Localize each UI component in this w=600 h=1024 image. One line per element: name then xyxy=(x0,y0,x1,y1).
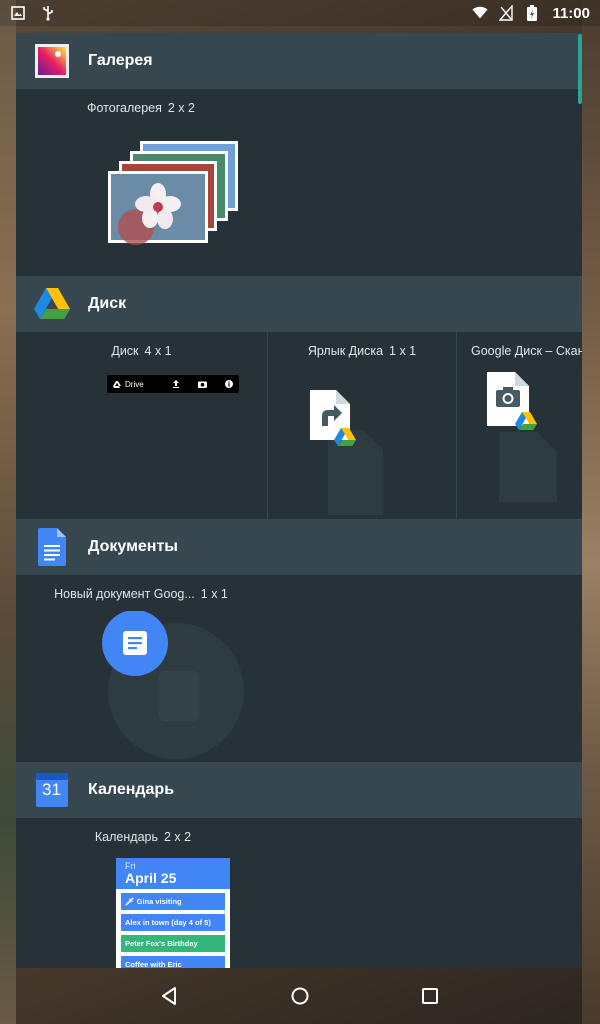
image-notification-icon xyxy=(10,5,26,21)
battery-charging-icon xyxy=(524,5,540,21)
calendar-date: April 25 xyxy=(125,870,177,886)
calendar-preview-header: Fri April 25 xyxy=(116,858,230,889)
gallery-icon xyxy=(32,41,72,81)
calendar-icon-date: 31 xyxy=(42,780,61,799)
usb-icon xyxy=(40,5,56,21)
widget-label: Ярлык Диска 1 x 1 xyxy=(307,344,417,358)
info-icon xyxy=(225,380,233,388)
navigation-bar xyxy=(0,968,600,1024)
section-header-calendar: 31 Календарь xyxy=(16,762,582,818)
google-drive-icon xyxy=(32,284,72,324)
status-time: 11:00 xyxy=(552,4,590,22)
section-header-drive: Диск xyxy=(16,276,582,332)
wallpaper xyxy=(0,0,16,1024)
widget-calendar[interactable]: Календарь 2 x 2 Fri April 25 🗡 Gina visit… xyxy=(16,818,330,968)
drive-bar-preview: Drive xyxy=(107,375,239,393)
widget-drive-4x1[interactable]: Диск 4 x 1 Drive xyxy=(16,332,268,519)
home-button[interactable] xyxy=(280,976,320,1016)
recents-icon xyxy=(422,988,438,1004)
section-body-drive: Диск 4 x 1 Drive Ярлык Диска 1 x 1 Googl… xyxy=(16,332,582,519)
section-body-gallery: Фотогалерея 2 x 2 xyxy=(16,89,582,276)
section-title: Календарь xyxy=(88,781,175,798)
back-button[interactable] xyxy=(150,976,190,1016)
widget-label: Фотогалерея 2 x 2 xyxy=(87,101,195,115)
camera-icon xyxy=(198,381,207,388)
section-title: Документы xyxy=(88,538,178,555)
home-icon xyxy=(291,987,309,1005)
section-title: Диск xyxy=(88,295,127,312)
google-docs-icon xyxy=(32,527,72,567)
widget-drive-scan[interactable]: Google Диск – Скан xyxy=(457,332,582,519)
calendar-event: Coffee with Eric xyxy=(121,956,225,968)
calendar-event: 🗡 Gina visiting xyxy=(121,893,225,910)
photo-stack-preview xyxy=(108,141,238,245)
calendar-icon: 31 xyxy=(32,770,72,810)
wifi-icon xyxy=(472,5,489,21)
upload-icon xyxy=(173,380,179,388)
widget-new-doc[interactable]: Новый документ Goog... 1 x 1 xyxy=(16,575,266,762)
widget-photo-gallery[interactable]: Фотогалерея 2 x 2 xyxy=(16,89,266,276)
scrollbar[interactable] xyxy=(578,34,582,104)
calendar-preview: Fri April 25 🗡 Gina visiting Alex in tow… xyxy=(116,858,230,968)
drive-logo-icon xyxy=(113,380,121,388)
status-bar: 11:00 xyxy=(0,0,600,26)
no-sim-icon xyxy=(498,5,514,21)
widget-label: Google Диск – Скан xyxy=(471,344,582,358)
widget-label: Новый документ Goog... 1 x 1 xyxy=(54,587,228,601)
section-body-calendar: Календарь 2 x 2 Fri April 25 🗡 Gina visit… xyxy=(16,818,582,968)
back-icon xyxy=(162,987,176,1005)
widget-label: Диск 4 x 1 xyxy=(111,344,172,358)
widget-drive-shortcut[interactable]: Ярлык Диска 1 x 1 xyxy=(268,332,457,519)
drive-scan-preview xyxy=(487,372,557,502)
section-header-docs: Документы xyxy=(16,519,582,575)
widget-label: Календарь 2 x 2 xyxy=(94,830,192,844)
section-body-docs: Новый документ Goog... 1 x 1 xyxy=(16,575,582,762)
calendar-event: Alex in town (day 4 of 5) xyxy=(121,914,225,931)
section-title: Галерея xyxy=(88,52,153,69)
widget-list[interactable]: Галерея Фотогалерея 2 x 2 Диск Диск 4 x … xyxy=(16,33,582,968)
new-doc-preview xyxy=(102,611,244,759)
wallpaper xyxy=(582,0,600,1024)
recents-button[interactable] xyxy=(410,976,450,1016)
drive-bar-label: Drive xyxy=(125,379,144,389)
section-header-gallery: Галерея xyxy=(16,33,582,89)
drive-shortcut-preview xyxy=(310,390,383,515)
calendar-event: Peter Fox's Birthday xyxy=(121,935,225,952)
